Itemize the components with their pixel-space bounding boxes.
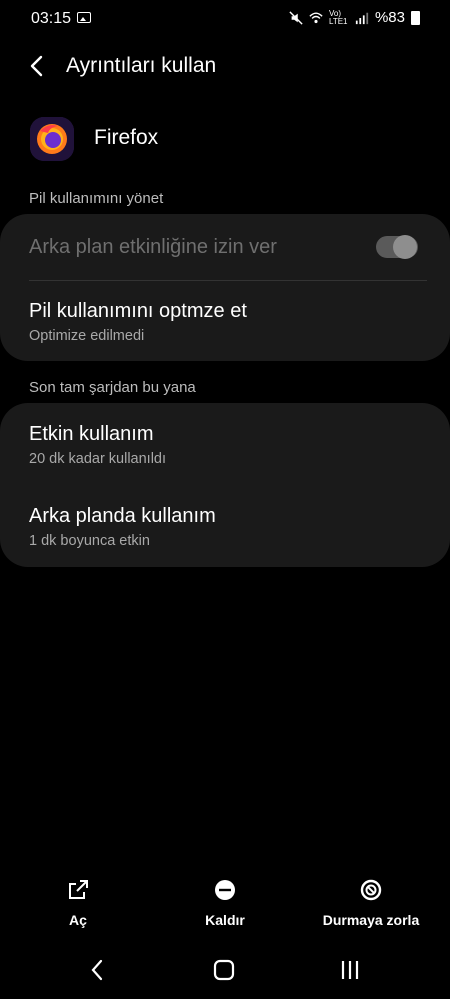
background-activity-toggle[interactable]: [376, 235, 418, 259]
battery-icon: [411, 10, 420, 25]
background-activity-row: Arka plan etkinliğine izin ver: [0, 214, 450, 280]
nav-recents-icon[interactable]: [338, 958, 362, 982]
optimize-battery-title: Pil kullanımını optmze et: [29, 300, 247, 322]
active-usage-title: Etkin kullanım: [29, 423, 154, 445]
network-type: Vo) LTE1: [328, 8, 348, 26]
firefox-icon: [30, 117, 74, 161]
uninstall-button[interactable]: Kaldır: [190, 878, 260, 928]
uninstall-label: Kaldır: [205, 912, 245, 928]
signal-icon: [355, 12, 369, 24]
force-stop-label: Durmaya zorla: [322, 912, 420, 928]
open-button[interactable]: Aç: [50, 878, 106, 928]
section-manage-battery-label: Pil kullanımını yönet: [29, 190, 164, 207]
app-info-row: Firefox: [0, 112, 450, 166]
usage-card: Etkin kullanım 20 dk kadar kullanıldı Ar…: [0, 403, 450, 567]
minus-circle-icon: [215, 880, 235, 900]
nav-home-icon[interactable]: [212, 958, 236, 982]
background-activity-label: Arka plan etkinliğine izin ver: [29, 236, 277, 258]
optimize-battery-subtitle: Optimize edilmedi: [29, 328, 145, 344]
back-chevron-icon[interactable]: [24, 52, 52, 80]
mute-icon: [289, 10, 303, 25]
background-usage-title: Arka planda kullanım: [29, 505, 216, 527]
background-usage-subtitle: 1 dk boyunca etkin: [29, 533, 150, 549]
wifi-icon: [309, 11, 323, 23]
open-external-icon: [69, 880, 88, 899]
nav-back-icon[interactable]: [86, 958, 110, 982]
active-usage-row[interactable]: Etkin kullanım 20 dk kadar kullanıldı: [0, 403, 450, 485]
battery-settings-card: Arka plan etkinliğine izin ver Pil kulla…: [0, 214, 450, 361]
page-title: Ayrıntıları kullan: [66, 54, 217, 77]
open-label: Aç: [69, 912, 87, 928]
toggle-knob: [393, 235, 417, 259]
active-usage-subtitle: 20 dk kadar kullanıldı: [29, 451, 167, 467]
status-time: 03:15: [31, 10, 72, 27]
status-bar: 03:15 Vo) LTE1 %83: [0, 0, 450, 36]
stop-circle-icon: [360, 879, 382, 901]
status-icons: Vo) LTE1 %83: [289, 9, 420, 26]
gallery-notification-icon: [77, 12, 91, 23]
battery-percent: %83: [374, 9, 405, 26]
bottom-action-bar: Aç Kaldır Durmaya zorla: [0, 878, 450, 938]
system-navigation-bar: [0, 950, 450, 990]
app-name: Firefox: [94, 126, 159, 149]
optimize-battery-row[interactable]: Pil kullanımını optmze et Optimize edilm…: [0, 281, 450, 361]
force-stop-button[interactable]: Durmaya zorla: [316, 878, 426, 928]
app-header: Ayrıntıları kullan: [0, 44, 450, 88]
background-usage-row[interactable]: Arka planda kullanım 1 dk boyunca etkin: [0, 485, 450, 567]
section-since-charge-label: Son tam şarjdan bu yana: [29, 379, 196, 396]
